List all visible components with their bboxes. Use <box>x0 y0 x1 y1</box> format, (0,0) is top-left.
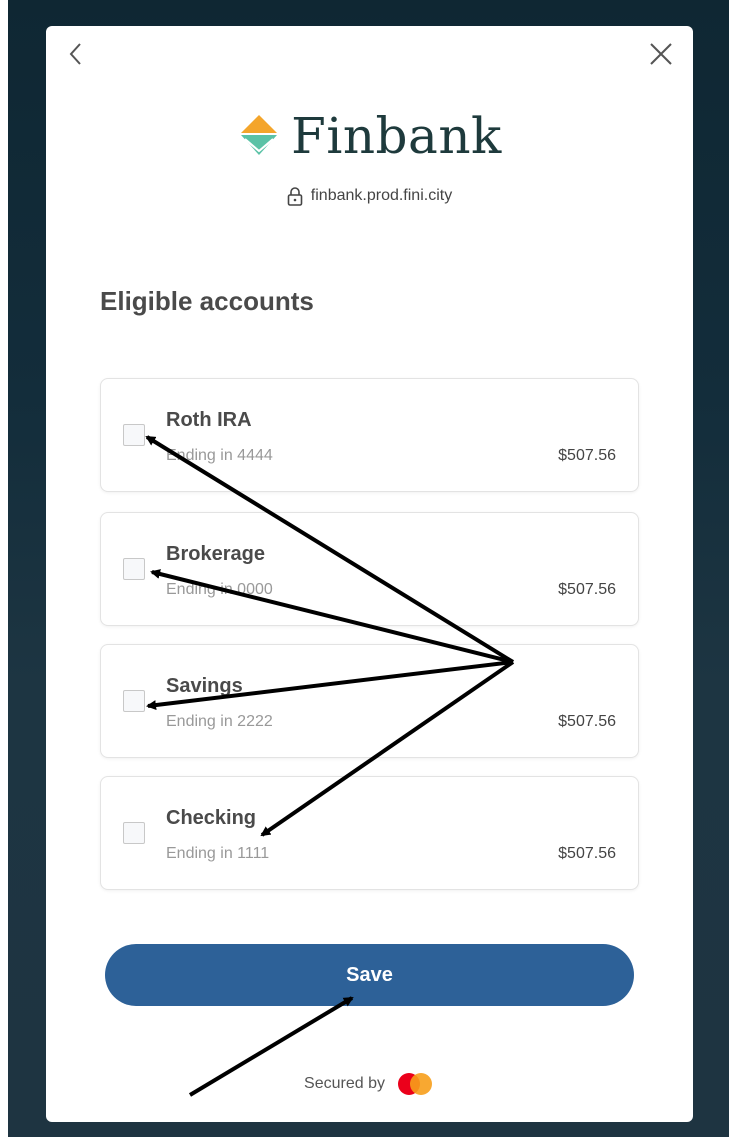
bank-name: Finbank <box>291 107 502 165</box>
save-button[interactable]: Save <box>105 944 634 1006</box>
account-name: Savings <box>166 675 243 697</box>
finbank-logo-icon <box>241 115 278 155</box>
section-title: Eligible accounts <box>100 286 314 316</box>
bank-logo: Finbank <box>46 106 693 166</box>
bank-domain: finbank.prod.fini.city <box>46 186 693 206</box>
account-name: Brokerage <box>166 543 265 565</box>
account-checkbox[interactable] <box>123 424 145 446</box>
secured-by-label: Secured by <box>304 1075 385 1092</box>
account-ending: Ending in 4444 <box>166 447 273 464</box>
mastercard-logo-icon <box>397 1073 432 1095</box>
account-name: Checking <box>166 807 257 829</box>
account-ending: Ending in 2222 <box>166 713 273 730</box>
chevron-left-icon <box>69 43 81 65</box>
account-balance: $507.56 <box>558 447 616 464</box>
domain-text: finbank.prod.fini.city <box>310 187 453 204</box>
account-card-checking[interactable]: Checking Ending in 1111 $507.56 <box>100 776 639 890</box>
account-card-roth-ira[interactable]: Roth IRA Ending in 4444 $507.56 <box>100 378 639 492</box>
account-checkbox[interactable] <box>123 558 145 580</box>
account-selection-modal: Finbank finbank.prod.fini.city Eligible … <box>46 26 693 1122</box>
account-card-brokerage[interactable]: Brokerage Ending in 0000 $507.56 <box>100 512 639 626</box>
account-ending: Ending in 1111 <box>166 845 270 862</box>
lock-icon <box>287 187 303 206</box>
secured-by: Secured by <box>46 1071 693 1097</box>
account-ending: Ending in 0000 <box>166 581 273 598</box>
close-button[interactable] <box>647 40 675 68</box>
account-balance: $507.56 <box>558 713 616 730</box>
account-balance: $507.56 <box>558 845 616 862</box>
back-button[interactable] <box>64 40 88 68</box>
account-name: Roth IRA <box>166 409 252 431</box>
account-balance: $507.56 <box>558 581 616 598</box>
account-checkbox[interactable] <box>123 822 145 844</box>
account-checkbox[interactable] <box>123 690 145 712</box>
account-card-savings[interactable]: Savings Ending in 2222 $507.56 <box>100 644 639 758</box>
close-icon <box>650 43 672 65</box>
